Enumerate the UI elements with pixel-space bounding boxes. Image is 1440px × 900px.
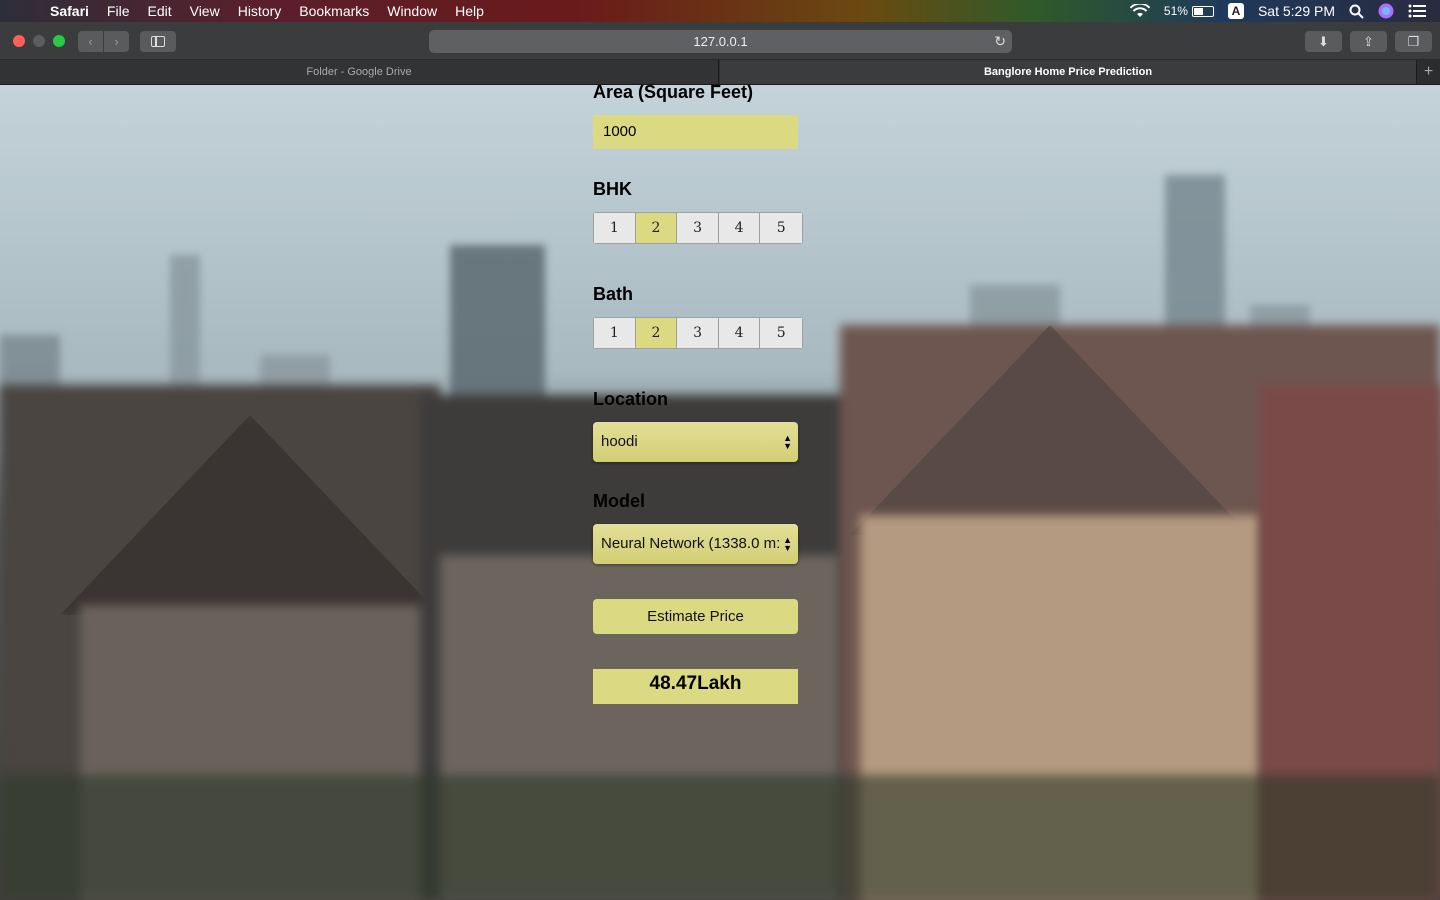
sidebar-toggle-icon[interactable] [140,31,176,52]
location-select[interactable]: hoodi ▲ ▼ [593,422,798,462]
battery-percent: 51% [1163,4,1188,18]
reload-icon[interactable]: ↻ [994,30,1006,53]
bath-selector: 1 2 3 4 5 [593,317,803,349]
menu-bookmarks[interactable]: Bookmarks [299,3,369,19]
background-photo [0,85,1440,900]
menu-app-name[interactable]: Safari [50,3,89,19]
window-close-button[interactable] [13,35,25,47]
bhk-option-1[interactable]: 1 [594,213,636,243]
location-label: Location [593,389,668,409]
menu-history[interactable]: History [238,3,282,19]
tab-overview-icon[interactable]: ❐ [1395,31,1432,52]
area-input[interactable] [593,115,798,149]
bath-option-5[interactable]: 5 [760,318,803,348]
nav-buttons: ‹ › [78,31,129,52]
wifi-icon[interactable] [1129,4,1150,18]
model-select[interactable]: Neural Network (1338.0 m: ▲ ▼ [593,524,798,564]
location-value: hoodi [601,433,638,450]
model-label: Model [593,491,645,511]
menu-file[interactable]: File [107,3,130,19]
menu-window[interactable]: Window [387,3,437,19]
tab-bar: Folder - Google Drive Banglore Home Pric… [0,60,1440,85]
clock[interactable]: Sat 5:29 PM [1258,3,1335,19]
new-tab-icon[interactable]: + [1416,60,1440,84]
bhk-option-3[interactable]: 3 [677,213,719,243]
address-bar[interactable]: 127.0.0.1 ↻ [429,30,1012,53]
macos-menu-bar: Safari File Edit View History Bookmarks … [0,0,1440,22]
battery-icon[interactable] [1191,5,1214,17]
window-minimize-button[interactable] [33,35,45,47]
input-source-icon[interactable]: A [1227,3,1244,19]
window-fullscreen-button[interactable] [53,35,65,47]
bath-option-3[interactable]: 3 [677,318,719,348]
bhk-option-2[interactable]: 2 [635,213,678,243]
tab-price-prediction[interactable]: Banglore Home Price Prediction [720,60,1416,84]
estimate-price-button[interactable]: Estimate Price [593,599,798,634]
area-label: Area (Square Feet) [593,85,754,102]
bath-option-4[interactable]: 4 [718,318,761,348]
web-page: Area (Square Feet) BHK 1 2 3 4 5 Bath 1 … [0,85,1440,900]
spotlight-search-icon[interactable] [1349,4,1364,19]
price-result: 48.47Lakh [593,669,798,704]
bath-option-2[interactable]: 2 [635,318,678,348]
bhk-selector: 1 2 3 4 5 [593,212,803,244]
model-value: Neural Network (1338.0 m: [601,535,781,552]
share-icon[interactable]: ⇪ [1350,31,1387,52]
tab-google-drive[interactable]: Folder - Google Drive [0,60,719,84]
select-arrows-icon: ▲ ▼ [783,433,792,451]
browser-toolbar: ‹ › 127.0.0.1 ↻ ⬇ ⇪ ❐ [0,22,1440,60]
bath-option-1[interactable]: 1 [594,318,636,348]
menu-help[interactable]: Help [455,3,484,19]
forward-button[interactable]: › [104,31,129,52]
url-text: 127.0.0.1 [693,34,748,49]
notification-center-icon[interactable] [1408,4,1426,18]
bath-label: Bath [593,284,633,304]
status-area: 51% A Sat 5:29 PM [1129,0,1440,22]
bhk-option-4[interactable]: 4 [718,213,761,243]
bhk-option-5[interactable]: 5 [760,213,803,243]
menu-view[interactable]: View [190,3,220,19]
select-arrows-icon: ▲ ▼ [783,535,792,553]
downloads-icon[interactable]: ⬇ [1305,31,1342,52]
bhk-label: BHK [593,179,632,199]
back-button[interactable]: ‹ [78,31,103,52]
menu-edit[interactable]: Edit [147,3,171,19]
siri-icon[interactable] [1378,3,1394,19]
